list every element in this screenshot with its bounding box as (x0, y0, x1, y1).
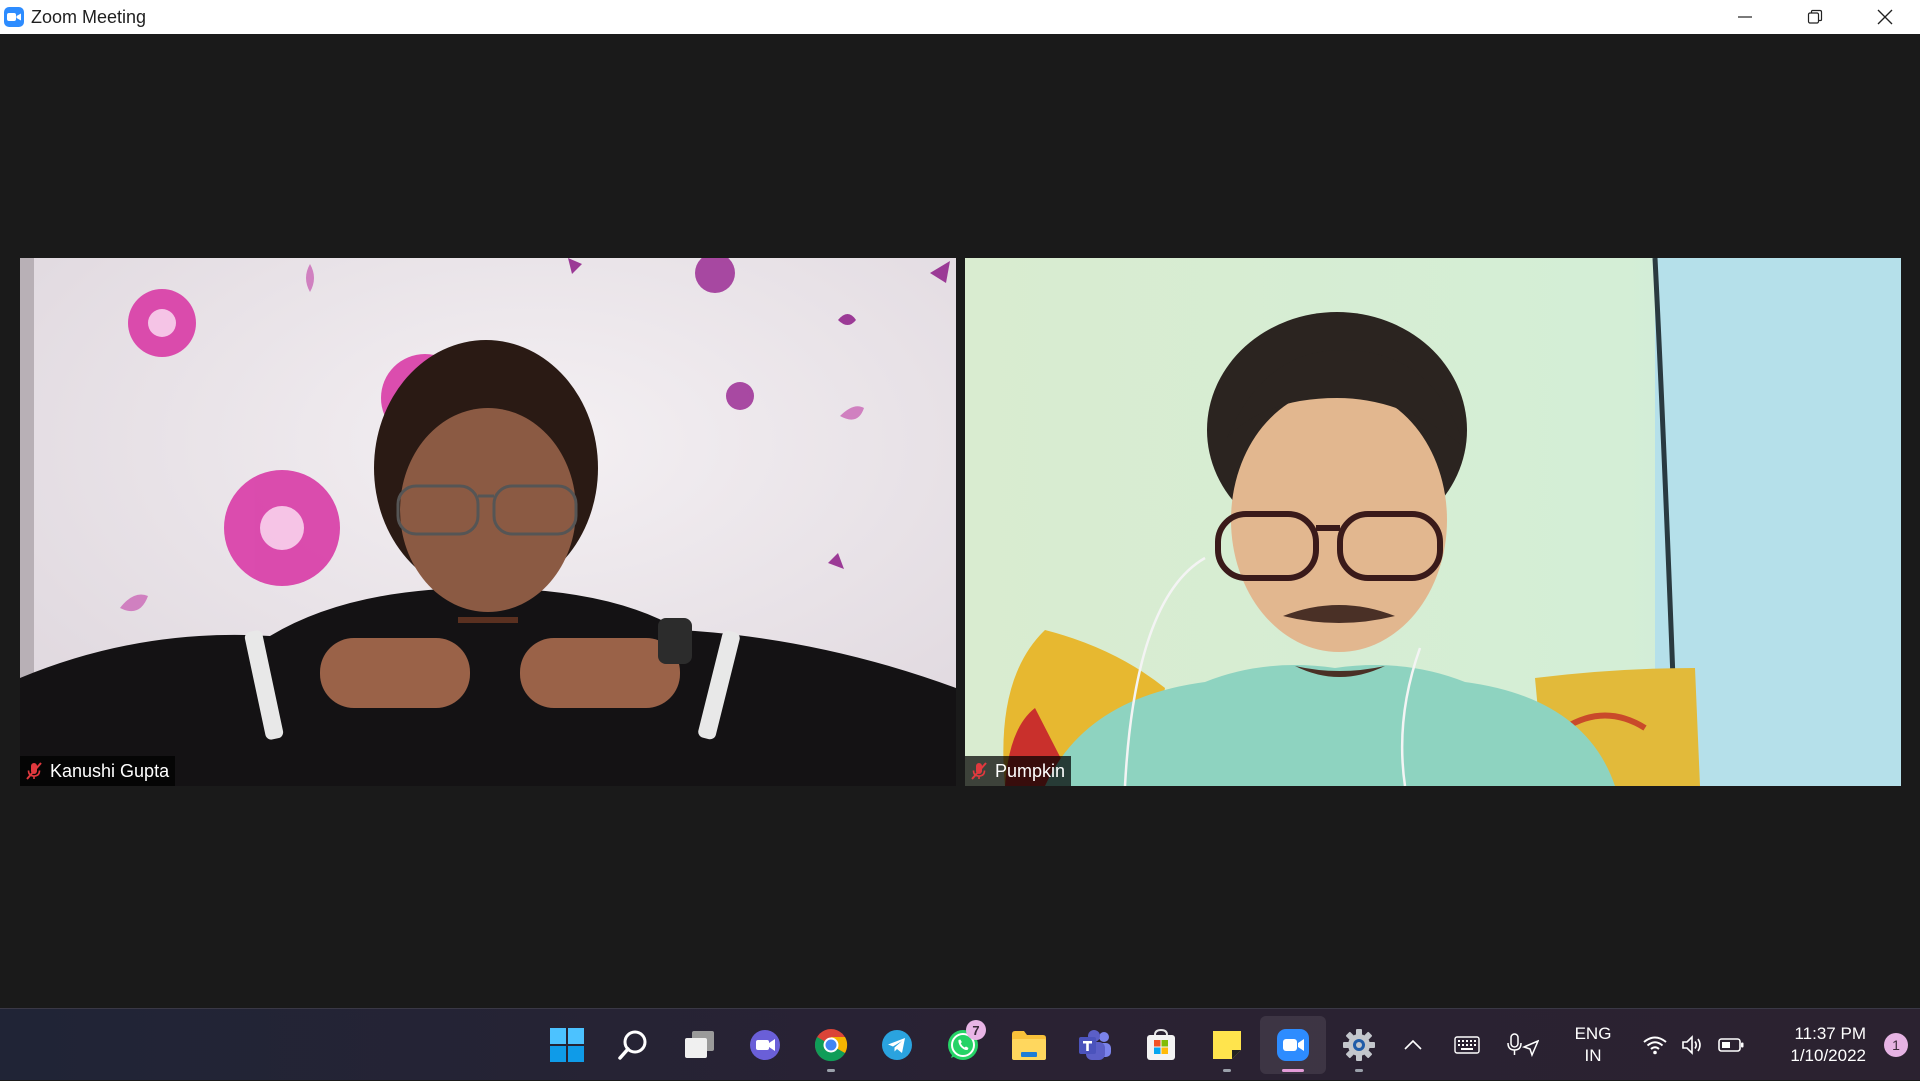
keyboard-icon (1454, 1036, 1480, 1054)
taskbar: 7 ENG IN 11:37 PM 1/10/2022 1 (0, 1008, 1920, 1080)
meeting-gallery-view: Kanushi Gupta Pumpkin (0, 34, 1920, 1008)
active-indicator (1282, 1069, 1304, 1072)
chat-button[interactable] (732, 1016, 798, 1074)
video-tile-pumpkin[interactable]: Pumpkin (965, 258, 1901, 786)
title-bar: Zoom Meeting (0, 0, 1920, 34)
notification-count: 1 (1892, 1037, 1900, 1053)
clock-date: 1/10/2022 (1790, 1046, 1866, 1065)
task-view-button[interactable] (666, 1016, 732, 1074)
participant-name-tag: Kanushi Gupta (20, 756, 176, 786)
zoom-taskbar-button[interactable] (1260, 1016, 1326, 1074)
language-code: ENG (1574, 1024, 1612, 1043)
chrome-button[interactable] (798, 1016, 864, 1074)
volume-icon (1674, 1025, 1712, 1065)
settings-icon (1343, 1029, 1375, 1061)
windows-start-icon (550, 1028, 584, 1062)
restore-icon (1807, 9, 1823, 24)
touch-keyboard-button[interactable] (1448, 1025, 1486, 1065)
microphone-location-button[interactable] (1504, 1025, 1542, 1065)
close-icon (1877, 9, 1893, 25)
store-icon (1147, 1028, 1175, 1060)
video-tile-kanushi-gupta[interactable]: Kanushi Gupta (20, 258, 956, 786)
task-view-icon (685, 1031, 714, 1058)
chevron-up-icon (1404, 1039, 1422, 1050)
microphone-muted-icon (971, 762, 987, 780)
sticky-notes-button[interactable] (1194, 1016, 1260, 1074)
battery-icon (1712, 1025, 1750, 1065)
show-hidden-icons-button[interactable] (1394, 1025, 1432, 1065)
telegram-icon (882, 1030, 912, 1060)
input-language-button[interactable]: ENG IN (1560, 1023, 1626, 1067)
settings-button[interactable] (1326, 1016, 1392, 1074)
microphone-location-icon (1507, 1033, 1539, 1057)
teams-chat-icon (750, 1030, 780, 1060)
participant-name-tag: Pumpkin (965, 756, 1072, 786)
telegram-button[interactable] (864, 1016, 930, 1074)
clock-button[interactable]: 11:37 PM 1/10/2022 (1762, 1023, 1870, 1067)
search-button[interactable] (600, 1016, 666, 1074)
running-indicator (1223, 1069, 1231, 1072)
teams-button[interactable] (1062, 1016, 1128, 1074)
minimize-button[interactable] (1710, 0, 1780, 34)
notification-badge: 7 (966, 1020, 986, 1040)
folder-icon (1012, 1031, 1046, 1060)
file-explorer-button[interactable] (996, 1016, 1062, 1074)
wifi-icon (1636, 1025, 1674, 1065)
search-icon (618, 1030, 647, 1060)
participant-name: Pumpkin (995, 760, 1066, 781)
running-indicator (1355, 1069, 1363, 1072)
zoom-icon (1277, 1029, 1309, 1061)
window-title: Zoom Meeting (31, 6, 147, 27)
close-button[interactable] (1850, 0, 1920, 34)
region-code: IN (1584, 1046, 1602, 1065)
restore-button[interactable] (1780, 0, 1850, 34)
microphone-muted-icon (26, 762, 42, 780)
chrome-icon (814, 1029, 848, 1062)
participant-video-feed (965, 258, 1901, 786)
teams-icon (1079, 1030, 1111, 1060)
sticky-notes-icon (1213, 1031, 1241, 1059)
quick-settings-button[interactable] (1636, 1025, 1750, 1065)
minimize-icon (1738, 16, 1752, 18)
notification-center-button[interactable]: 1 (1884, 1033, 1908, 1057)
whatsapp-button[interactable]: 7 (930, 1016, 996, 1074)
participant-name: Kanushi Gupta (50, 760, 170, 781)
participant-video-feed (20, 258, 956, 786)
system-tray: ENG IN 11:37 PM 1/10/2022 1 (1394, 1009, 1920, 1081)
start-button[interactable] (534, 1016, 600, 1074)
window-controls (1710, 0, 1920, 34)
running-indicator (827, 1069, 835, 1072)
taskbar-apps: 7 (534, 1009, 1392, 1081)
store-button[interactable] (1128, 1016, 1194, 1074)
zoom-app-icon (4, 7, 24, 27)
clock-time: 11:37 PM (1794, 1024, 1866, 1043)
